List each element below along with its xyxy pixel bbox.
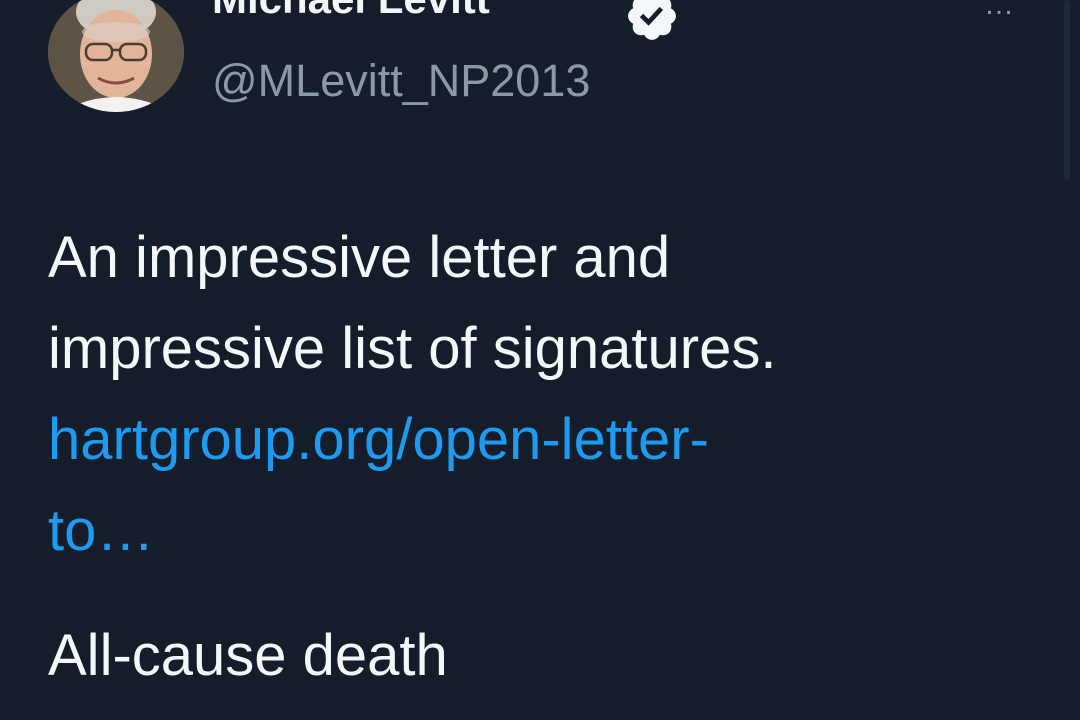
avatar[interactable] <box>48 0 184 112</box>
tweet-text-line: All-cause death <box>48 623 448 688</box>
tweet-link[interactable]: hartgroup.org/open-letter- <box>48 394 1048 485</box>
tweet-text-line: impressive list of signatures. <box>48 316 777 381</box>
tweet-link-continuation[interactable]: to… <box>48 485 1048 576</box>
author-handle[interactable]: @MLevitt_NP2013 <box>212 58 590 103</box>
tweet-card: Michael Levitt @MLevitt_NP2013 … An impr… <box>0 0 1080 720</box>
verified-badge-icon <box>628 0 676 40</box>
scrollbar[interactable] <box>1064 0 1070 180</box>
tweet-text-line: An impressive letter and <box>48 225 671 290</box>
more-options-button[interactable]: … <box>984 0 1044 20</box>
author-display-name[interactable]: Michael Levitt <box>212 0 490 20</box>
tweet-text: An impressive letter and impressive list… <box>48 212 1048 701</box>
avatar-photo <box>48 0 184 112</box>
